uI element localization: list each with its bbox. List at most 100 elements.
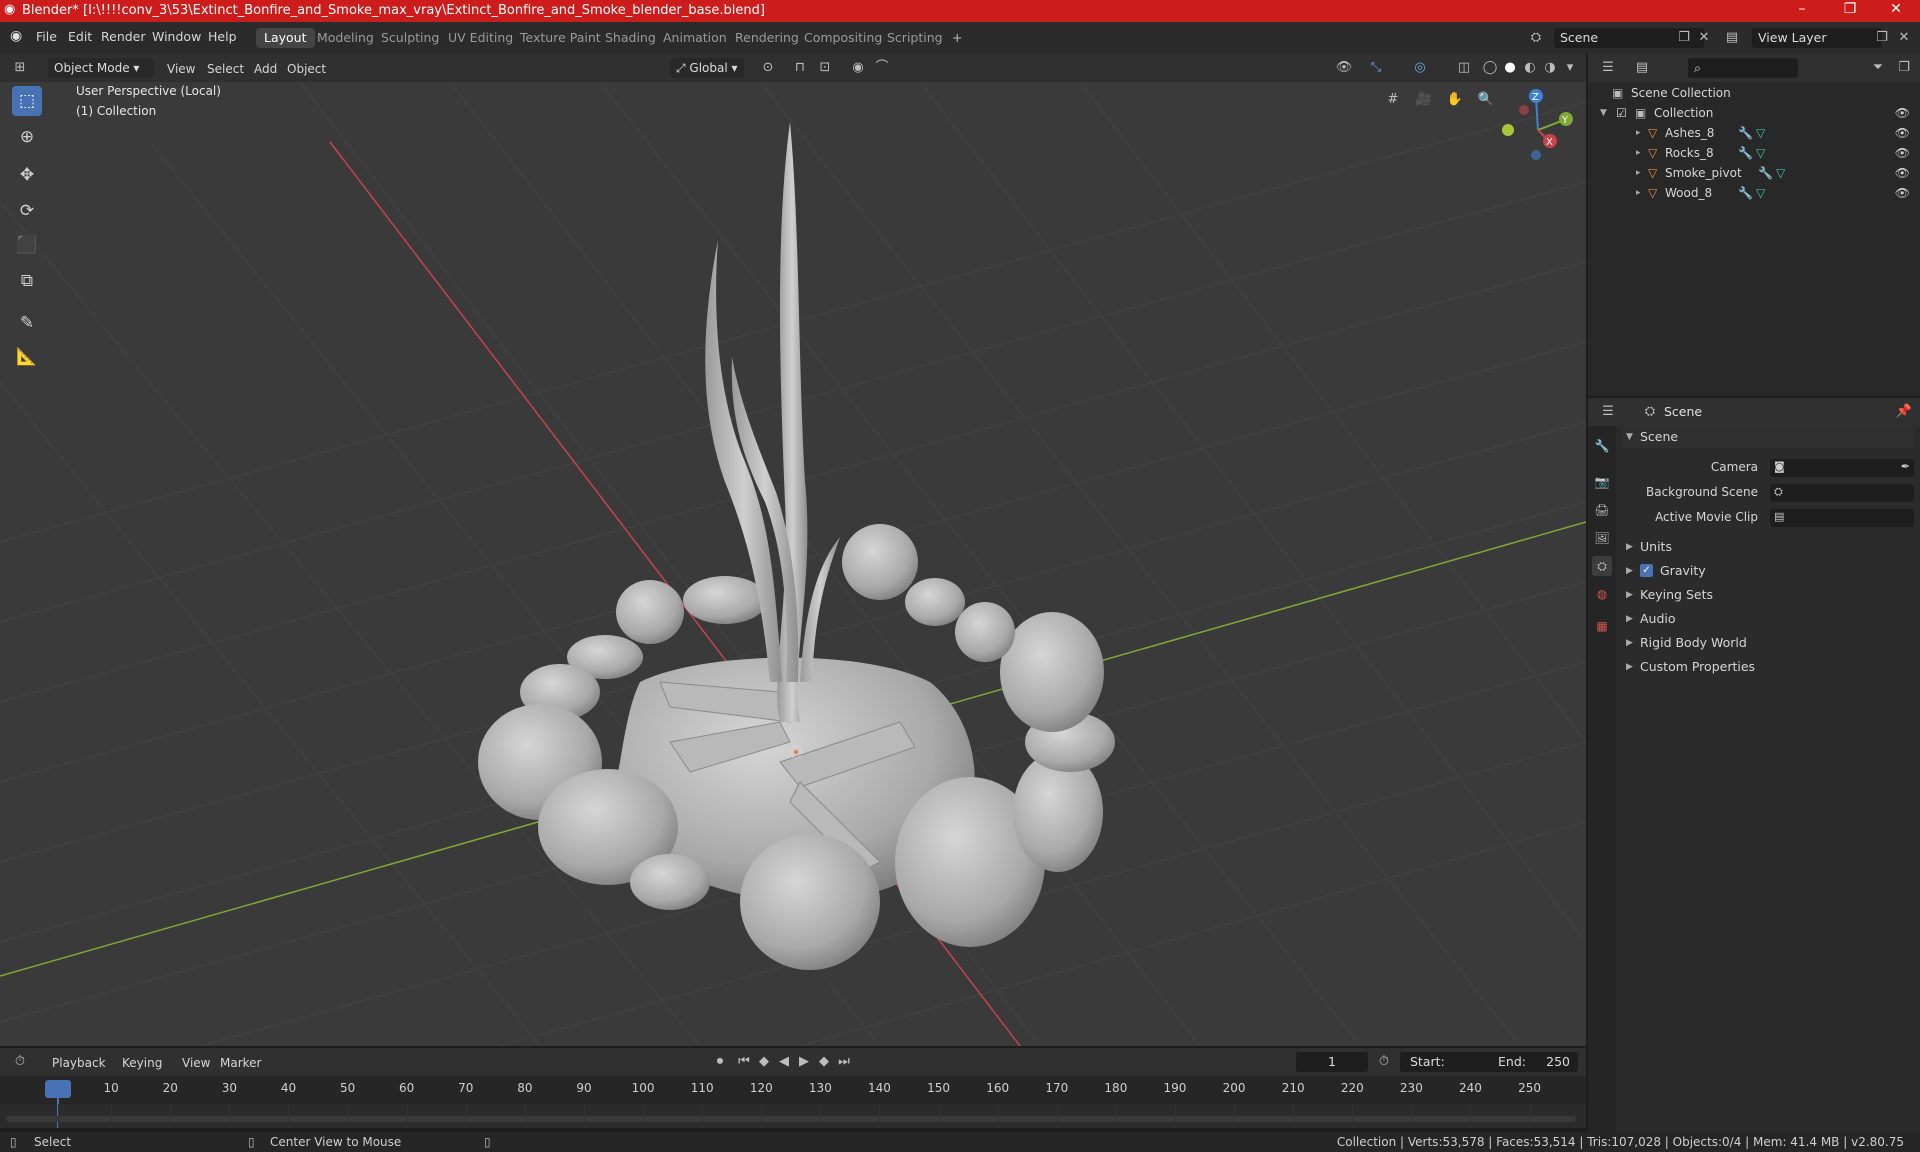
outliner-row-smoke-pivot[interactable]: ▸ ▽ Smoke_pivot 🔧 ▽ 👁: [1588, 163, 1920, 183]
menu-timeline-view[interactable]: View: [182, 1053, 210, 1073]
eye-icon[interactable]: 👁: [1895, 183, 1910, 203]
shading-options-icon[interactable]: ▾: [1560, 58, 1580, 78]
measure-tool-icon[interactable]: 📐: [12, 342, 42, 372]
play-reverse-icon[interactable]: ◀: [774, 1052, 794, 1072]
new-collection-icon[interactable]: ❐: [1894, 58, 1914, 78]
pan-view-icon[interactable]: ✋: [1445, 90, 1465, 110]
scene-tab-icon[interactable]: ⛭: [1592, 556, 1612, 576]
gravity-panel[interactable]: ▶ ✓ Gravity: [1622, 560, 1914, 582]
blender-menu-icon[interactable]: ◉: [10, 28, 22, 44]
timeline-editor-type-icon[interactable]: ⏱: [10, 1052, 30, 1072]
new-scene-icon[interactable]: ❐: [1674, 28, 1694, 48]
tab-animation[interactable]: Animation: [655, 28, 735, 48]
wireframe-shading-icon[interactable]: ◯: [1480, 58, 1500, 78]
scene-browse-icon[interactable]: ⛭: [1526, 28, 1546, 48]
eye-icon[interactable]: 👁: [1895, 163, 1910, 183]
menu-file[interactable]: File: [36, 29, 57, 44]
rigid-body-world-panel[interactable]: ▶ Rigid Body World: [1622, 632, 1914, 654]
jump-end-icon[interactable]: ⏭: [834, 1052, 854, 1072]
xray-icon[interactable]: ◫: [1454, 58, 1474, 78]
preview-range-icon[interactable]: ⏱: [1374, 1052, 1394, 1072]
outliner-editor-type-icon[interactable]: ☰: [1598, 58, 1618, 78]
pivot-icon[interactable]: ⊙: [758, 58, 778, 78]
checkbox-icon[interactable]: ☑: [1616, 103, 1627, 123]
menu-add[interactable]: Add: [254, 59, 277, 79]
outliner-search-input[interactable]: ⌕: [1688, 58, 1798, 78]
menu-select[interactable]: Select: [207, 59, 244, 79]
playhead-marker[interactable]: [45, 1080, 71, 1098]
next-keyframe-icon[interactable]: ◆: [814, 1052, 834, 1072]
menu-window[interactable]: Window: [152, 29, 201, 44]
record-icon[interactable]: ⏺: [710, 1052, 730, 1072]
outliner-row-collection[interactable]: ▼ ☑ ▣ Collection 👁: [1588, 103, 1920, 123]
menu-keying[interactable]: Keying: [122, 1053, 162, 1073]
minimize-button[interactable]: –: [1782, 1, 1822, 21]
cursor-tool-icon[interactable]: ⊕: [12, 122, 42, 152]
view-layer-browse-icon[interactable]: ▤: [1722, 28, 1742, 48]
view-layer-field[interactable]: View Layer: [1752, 28, 1882, 48]
tab-compositing[interactable]: Compositing: [796, 28, 890, 48]
keying-sets-panel[interactable]: ▶ Keying Sets: [1622, 584, 1914, 606]
camera-field[interactable]: ◙ ✒: [1770, 459, 1914, 477]
maximize-button[interactable]: ❐: [1830, 1, 1870, 21]
expand-arrow-icon[interactable]: ▼: [1600, 103, 1607, 123]
display-mode-icon[interactable]: ▤: [1632, 58, 1652, 78]
modifier-wrench-icon[interactable]: 🔧: [1738, 143, 1753, 163]
scale-tool-icon[interactable]: ⬛: [12, 230, 42, 260]
material-shading-icon[interactable]: ◐: [1520, 58, 1540, 78]
audio-panel[interactable]: ▶ Audio: [1622, 608, 1914, 630]
rotate-tool-icon[interactable]: ⟳: [12, 196, 42, 226]
3d-viewport[interactable]: ⬚ ⊕ ✥ ⟳ ⬛ ⧉ ✎ 📐 User Perspective (Local)…: [0, 82, 1586, 1046]
new-view-layer-icon[interactable]: ❐: [1872, 28, 1892, 48]
units-panel[interactable]: ▶ Units: [1622, 536, 1914, 558]
output-tab-icon[interactable]: 🖨: [1592, 500, 1612, 520]
add-workspace-button[interactable]: +: [944, 28, 970, 48]
expand-arrow-icon[interactable]: ▸: [1636, 183, 1641, 203]
tab-sculpting[interactable]: Sculpting: [373, 28, 447, 48]
tab-layout[interactable]: Layout: [256, 28, 315, 48]
tab-texture-paint[interactable]: Texture Paint: [512, 28, 609, 48]
pin-icon[interactable]: 📌: [1894, 402, 1914, 422]
modifier-wrench-icon[interactable]: 🔧: [1738, 123, 1753, 143]
orientation-dropdown[interactable]: ⤢ Global ▾: [670, 58, 744, 78]
snap-target-icon[interactable]: ⊡: [815, 58, 835, 78]
menu-render[interactable]: Render: [101, 29, 146, 44]
properties-editor-type-icon[interactable]: ☰: [1598, 402, 1618, 422]
eyedropper-icon[interactable]: ✒: [1901, 460, 1910, 473]
current-frame-field[interactable]: 1: [1296, 1052, 1368, 1072]
outliner-row-scene-collection[interactable]: ▣ Scene Collection: [1588, 83, 1920, 103]
outliner-row-ashes[interactable]: ▸ ▽ Ashes_8 🔧 ▽ 👁: [1588, 123, 1920, 143]
gizmo-toggle-icon[interactable]: ⤡: [1366, 58, 1386, 78]
outliner-row-wood[interactable]: ▸ ▽ Wood_8 🔧 ▽ 👁: [1588, 183, 1920, 203]
snap-icon[interactable]: ⊓: [790, 58, 810, 78]
toggle-ortho-icon[interactable]: #: [1383, 90, 1403, 110]
menu-object[interactable]: Object: [287, 59, 326, 79]
solid-shading-icon[interactable]: ●: [1500, 58, 1520, 78]
outliner-row-rocks[interactable]: ▸ ▽ Rocks_8 🔧 ▽ 👁: [1588, 143, 1920, 163]
expand-arrow-icon[interactable]: ▸: [1636, 163, 1641, 183]
background-scene-field[interactable]: ⛭: [1770, 484, 1914, 502]
editor-type-icon[interactable]: ⊞: [10, 58, 30, 78]
jump-start-icon[interactable]: ⏮: [734, 1052, 754, 1072]
transform-tool-icon[interactable]: ⧉: [12, 266, 42, 296]
overlay-toggle-icon[interactable]: ◎: [1410, 58, 1430, 78]
timeline-scrollbar[interactable]: [6, 1116, 1576, 1122]
end-frame-field[interactable]: End: 250: [1490, 1052, 1578, 1072]
prev-keyframe-icon[interactable]: ◆: [754, 1052, 774, 1072]
mesh-data-icon[interactable]: ▽: [1776, 163, 1785, 183]
timeline[interactable]: 1102030405060708090100110120130140150160…: [0, 1076, 1586, 1128]
texture-tab-icon[interactable]: ▦: [1592, 616, 1612, 636]
view-layer-tab-icon[interactable]: 🖼: [1592, 528, 1612, 548]
visibility-icon[interactable]: 👁: [1334, 58, 1354, 78]
zoom-view-icon[interactable]: 🔍: [1476, 90, 1496, 110]
mode-dropdown[interactable]: Object Mode ▾: [48, 58, 154, 78]
proportional-edit-icon[interactable]: ◉: [848, 58, 868, 78]
play-icon[interactable]: ▶: [794, 1052, 814, 1072]
rendered-shading-icon[interactable]: ◑: [1540, 58, 1560, 78]
select-box-tool-icon[interactable]: ⬚: [12, 86, 42, 116]
menu-edit[interactable]: Edit: [68, 29, 92, 44]
move-tool-icon[interactable]: ✥: [12, 160, 42, 190]
tab-shading[interactable]: Shading: [597, 28, 664, 48]
delete-scene-icon[interactable]: ✕: [1694, 28, 1714, 48]
menu-help[interactable]: Help: [208, 29, 237, 44]
